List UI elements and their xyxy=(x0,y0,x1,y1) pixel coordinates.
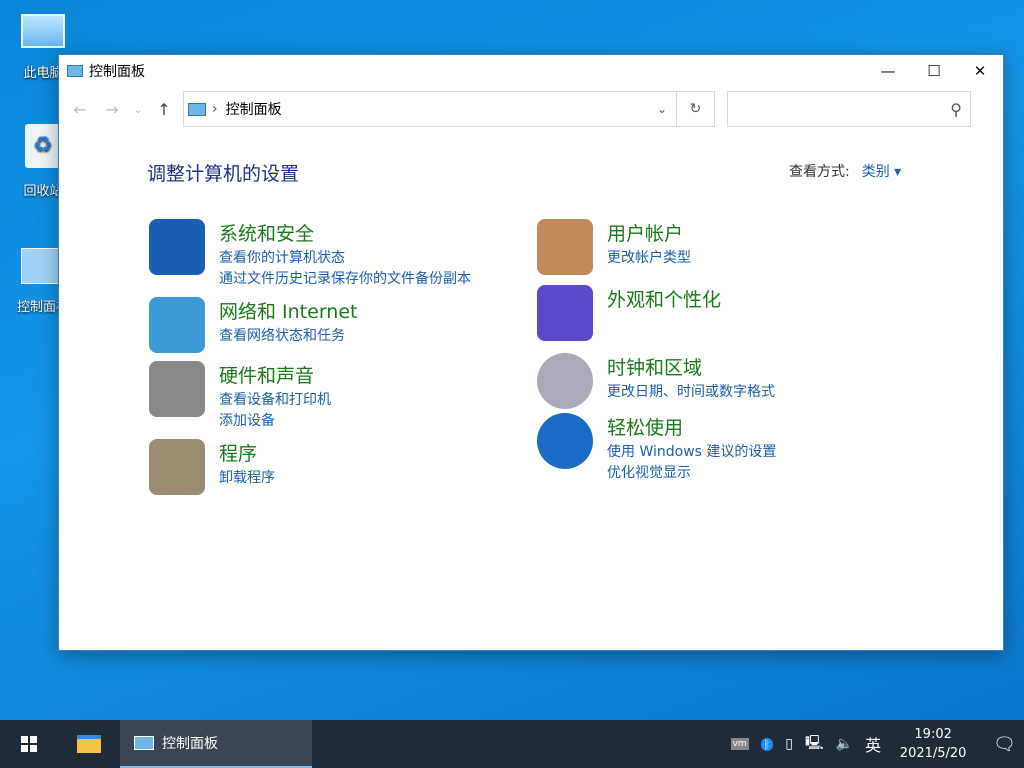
breadcrumb-separator-icon: › xyxy=(212,101,218,117)
view-by-label: 查看方式: xyxy=(789,164,850,180)
title-bar: 控制面板 — ☐ ✕ xyxy=(59,55,1003,87)
search-icon: ⚲ xyxy=(950,99,962,119)
navigation-bar: ← → ⌄ ↑ › 控制面板 ⌄ ↻ ⚲ xyxy=(59,87,1003,131)
printer-icon[interactable] xyxy=(149,361,205,417)
category-title[interactable]: 网络和 Internet xyxy=(219,297,357,324)
windows-icon xyxy=(21,736,37,752)
category-6: 时钟和区域 更改日期、时间或数字格式 xyxy=(537,353,775,409)
category-link[interactable]: 通过文件历史记录保存你的文件备份副本 xyxy=(219,269,471,290)
category-title[interactable]: 用户帐户 xyxy=(607,219,691,246)
close-button[interactable]: ✕ xyxy=(957,55,1003,87)
category-link[interactable]: 更改日期、时间或数字格式 xyxy=(607,382,775,403)
control-panel-icon xyxy=(188,102,206,116)
ime-indicator[interactable]: 英 xyxy=(865,732,881,756)
maximize-button[interactable]: ☐ xyxy=(911,55,957,87)
category-2: 硬件和声音 查看设备和打印机 添加设备 xyxy=(149,361,331,432)
chevron-down-icon[interactable]: ⌄ xyxy=(648,102,676,116)
minimize-button[interactable]: — xyxy=(865,55,911,87)
view-by-dropdown[interactable]: 类别 ▾ xyxy=(862,164,901,180)
category-4: 用户帐户 更改帐户类型 xyxy=(537,219,691,275)
recycle-bin-icon: ♻ xyxy=(25,124,61,168)
taskbar: 控制面板 vm ᛒ ▯ 🖳 🔈 英 19:02 2021/5/20 🗨 xyxy=(0,720,1024,768)
folder-icon xyxy=(77,735,101,753)
shield-icon[interactable] xyxy=(149,219,205,275)
category-5: 外观和个性化 xyxy=(537,285,721,341)
category-link[interactable]: 使用 Windows 建议的设置 xyxy=(607,442,776,463)
category-7: 轻松使用 使用 Windows 建议的设置 优化视觉显示 xyxy=(537,413,776,484)
forward-button[interactable]: → xyxy=(99,100,125,119)
clock-icon[interactable] xyxy=(537,353,593,409)
up-button[interactable]: ↑ xyxy=(151,100,177,119)
breadcrumb-control-panel[interactable]: 控制面板 xyxy=(226,99,282,119)
programs-icon[interactable] xyxy=(149,439,205,495)
search-input[interactable]: ⚲ xyxy=(727,91,971,127)
category-title[interactable]: 轻松使用 xyxy=(607,413,776,440)
start-button[interactable] xyxy=(0,720,58,768)
appearance-icon[interactable] xyxy=(537,285,593,341)
computer-icon xyxy=(21,14,65,48)
file-explorer-button[interactable] xyxy=(58,720,120,768)
category-title[interactable]: 系统和安全 xyxy=(219,219,471,246)
users-icon[interactable] xyxy=(537,219,593,275)
network-icon[interactable] xyxy=(149,297,205,353)
recent-locations-button[interactable]: ⌄ xyxy=(131,103,145,116)
category-title[interactable]: 硬件和声音 xyxy=(219,361,331,388)
clock[interactable]: 19:02 2021/5/20 xyxy=(893,725,973,763)
category-link[interactable]: 添加设备 xyxy=(219,411,331,432)
notification-icon[interactable]: 🗨 xyxy=(993,734,1016,755)
category-link[interactable]: 更改帐户类型 xyxy=(607,248,691,269)
page-title: 调整计算机的设置 xyxy=(147,163,300,185)
control-panel-icon xyxy=(134,736,154,750)
control-panel-window: 控制面板 — ☐ ✕ ← → ⌄ ↑ › 控制面板 ⌄ ↻ ⚲ 调整计算机的设置… xyxy=(58,54,1004,651)
clock-date: 2021/5/20 xyxy=(899,746,967,761)
category-link[interactable]: 优化视觉显示 xyxy=(607,463,776,484)
view-by: 查看方式: 类别 ▾ xyxy=(789,161,901,181)
vmware-icon[interactable]: vm xyxy=(730,738,749,750)
category-link[interactable]: 查看你的计算机状态 xyxy=(219,248,471,269)
back-button[interactable]: ← xyxy=(67,100,93,119)
category-link[interactable]: 查看设备和打印机 xyxy=(219,390,331,411)
taskbar-app-label: 控制面板 xyxy=(162,736,218,752)
category-0: 系统和安全 查看你的计算机状态 通过文件历史记录保存你的文件备份副本 xyxy=(149,219,471,290)
category-3: 程序 卸载程序 xyxy=(149,439,275,495)
ease-of-access-icon[interactable] xyxy=(537,413,593,469)
volume-icon[interactable]: 🔈 xyxy=(836,736,853,752)
refresh-button[interactable]: ↻ xyxy=(676,92,714,126)
usb-icon[interactable]: ▯ xyxy=(785,736,793,752)
category-title[interactable]: 外观和个性化 xyxy=(607,285,721,312)
category-link[interactable]: 查看网络状态和任务 xyxy=(219,326,357,347)
network-icon[interactable]: 🖳 xyxy=(805,732,824,756)
category-title[interactable]: 时钟和区域 xyxy=(607,353,775,380)
window-title: 控制面板 xyxy=(89,64,145,80)
taskbar-app-control-panel[interactable]: 控制面板 xyxy=(120,720,312,768)
bluetooth-icon[interactable]: ᛒ xyxy=(760,737,774,751)
category-title[interactable]: 程序 xyxy=(219,439,275,466)
control-panel-icon xyxy=(67,65,83,77)
clock-time: 19:02 xyxy=(914,727,952,742)
category-1: 网络和 Internet 查看网络状态和任务 xyxy=(149,297,357,353)
address-bar[interactable]: › 控制面板 ⌄ ↻ xyxy=(183,91,715,127)
category-link[interactable]: 卸载程序 xyxy=(219,468,275,489)
